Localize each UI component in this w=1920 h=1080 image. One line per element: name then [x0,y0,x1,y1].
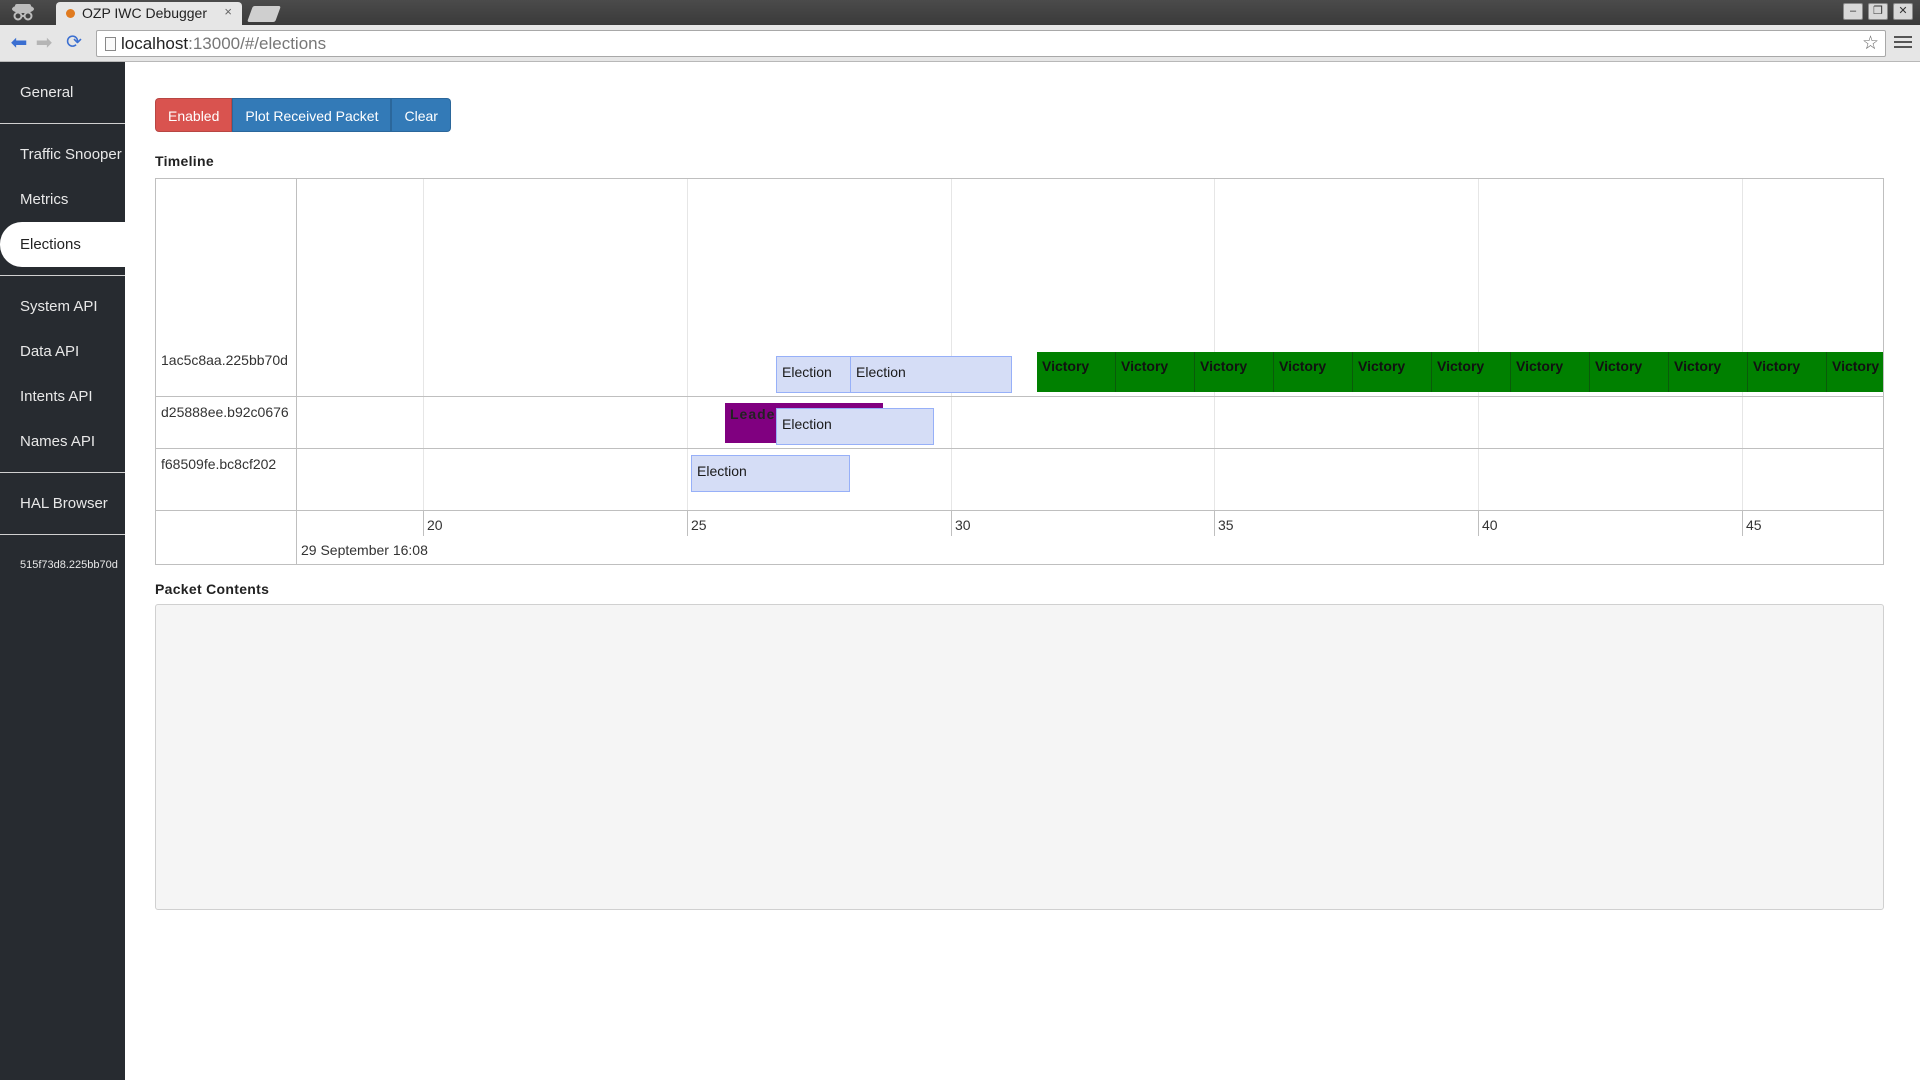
event-victory[interactable]: Victory [1116,352,1195,392]
sidebar-item-general[interactable]: General [0,70,125,115]
forward-icon[interactable]: ➡ [33,32,55,54]
new-tab-button[interactable] [247,6,281,22]
packet-contents-title: Packet Contents [155,581,270,597]
event-election[interactable]: Election [776,356,852,393]
browser-toolbar: ⬅ ➡ ⟳ localhost:13000/#/elections ☆ [0,25,1920,62]
sidebar-group-apis: System API Data API Intents API Names AP… [0,276,125,473]
browser-tab-bar: OZP IWC Debugger × – ❐ ✕ [0,0,1920,25]
plot-received-packet-button[interactable]: Plot Received Packet [232,98,392,132]
sidebar-item-names-api[interactable]: Names API [0,419,125,464]
sidebar-group-general: General [0,62,125,124]
client-id: 515f73d8.225bb70d [20,559,118,571]
sidebar-group-tools: Traffic Snooper Metrics Elections [0,124,125,276]
timeline-labels-column [156,179,297,564]
event-victory[interactable]: Victory [1195,352,1274,392]
event-election[interactable]: Election [850,356,1012,393]
tab-close-icon[interactable]: × [224,4,232,19]
reload-icon[interactable]: ⟳ [63,32,85,54]
control-buttons: Enabled Plot Received Packet Clear [155,98,451,132]
packet-contents-panel [155,604,1884,910]
sidebar-item-hal-browser[interactable]: HAL Browser [0,481,125,526]
bookmark-star-icon[interactable]: ☆ [1862,31,1879,56]
axis-label-25: 25 [691,517,707,533]
event-victory[interactable]: Victory [1432,352,1511,392]
axis-line [156,510,1883,511]
axis-tick [1214,510,1215,536]
event-victory[interactable]: Victory [1590,352,1669,392]
minimize-icon[interactable]: – [1843,3,1863,20]
grid-line [423,179,424,510]
axis-tick [687,510,688,536]
axis-tick [423,510,424,536]
grid-line [687,179,688,510]
restore-icon[interactable]: ❐ [1868,3,1888,20]
sidebar-group-hal: HAL Browser [0,473,125,535]
row-label-client-1: 1ac5c8aa.225bb70d [161,352,288,368]
axis-label-35: 35 [1218,517,1234,533]
row-divider [156,448,1883,449]
browser-tab[interactable]: OZP IWC Debugger × [56,2,242,25]
grid-line [1478,179,1479,510]
axis-label-40: 40 [1482,517,1498,533]
axis-tick [1478,510,1479,536]
url-path: :13000/#/elections [188,34,327,53]
back-icon[interactable]: ⬅ [8,32,30,54]
event-victory[interactable]: Victory [1748,352,1827,392]
enabled-button[interactable]: Enabled [155,98,233,132]
main-content: Enabled Plot Received Packet Clear Timel… [125,62,1920,1080]
page-icon [105,37,116,51]
event-victory[interactable]: Victory [1274,352,1353,392]
incognito-icon [12,4,34,21]
url-host: localhost [121,34,189,53]
row-divider [156,396,1883,397]
sidebar-item-metrics[interactable]: Metrics [0,177,125,222]
sidebar: General Traffic Snooper Metrics Election… [0,62,125,1080]
axis-label-45: 45 [1746,517,1762,533]
axis-tick [1742,510,1743,536]
axis-tick [951,510,952,536]
timeline-chart: 1ac5c8aa.225bb70d d25888ee.b92c0676 f685… [155,178,1884,565]
grid-line [1742,179,1743,510]
sidebar-item-intents-api[interactable]: Intents API [0,374,125,419]
timeline-title: Timeline [155,153,214,169]
sidebar-item-elections[interactable]: Elections [0,222,125,267]
event-victory[interactable]: Victory [1669,352,1748,392]
event-victory[interactable]: Victory [1353,352,1432,392]
event-election[interactable]: Election [691,455,850,492]
row-label-client-2: d25888ee.b92c0676 [161,404,289,420]
row-label-client-3: f68509fe.bc8cf202 [161,456,277,472]
close-window-icon[interactable]: ✕ [1893,3,1913,20]
sidebar-item-data-api[interactable]: Data API [0,329,125,374]
axis-date-label: 29 September 16:08 [301,542,428,558]
axis-label-30: 30 [955,517,971,533]
event-victory[interactable]: Victory [1037,352,1116,392]
grid-line [1214,179,1215,510]
event-victory[interactable]: Victory [1511,352,1590,392]
clear-button[interactable]: Clear [391,98,451,132]
favicon-icon [66,9,75,18]
event-victory[interactable]: Victory [1827,352,1883,392]
tab-title: OZP IWC Debugger [82,5,208,21]
grid-line [951,179,952,510]
address-bar[interactable]: localhost:13000/#/elections ☆ [96,30,1886,57]
sidebar-item-traffic-snooper[interactable]: Traffic Snooper [0,132,125,177]
event-election[interactable]: Election [776,408,934,445]
address-text: localhost:13000/#/elections [121,31,326,56]
axis-label-20: 20 [427,517,443,533]
sidebar-item-system-api[interactable]: System API [0,284,125,329]
browser-menu-icon[interactable] [1894,33,1912,53]
